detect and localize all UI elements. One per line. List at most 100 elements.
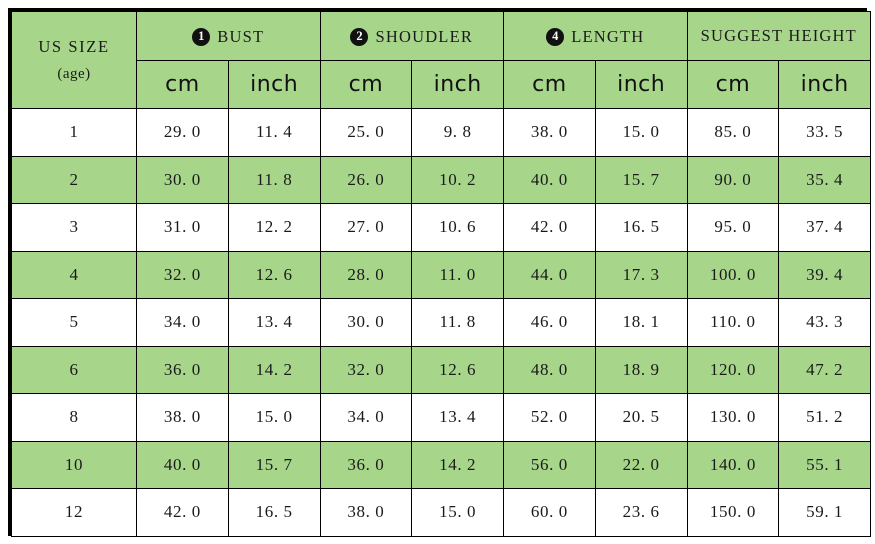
cell-length-cm: 52. 0	[503, 393, 596, 442]
cell-length-cm: 60. 0	[503, 488, 596, 537]
cell-shoulder-inch: 10. 2	[411, 155, 505, 204]
cell-length-cm: 40. 0	[503, 155, 596, 204]
cell-height-inch: 37. 4	[778, 203, 872, 252]
table-row: 8 38. 0 15. 0 34. 0 13. 4 52. 0 20. 5 13…	[11, 393, 872, 442]
cell-shoulder-cm: 32. 0	[319, 345, 413, 394]
header-group-row: US SIZE (age) 1 BUST 2 SHOUDLER 4 LENGTH…	[11, 11, 872, 109]
cell-length-inch: 15. 7	[594, 155, 688, 204]
cell-bust-inch: 15. 7	[227, 440, 321, 489]
cell-height-inch: 55. 1	[778, 440, 872, 489]
header-unit-bust-cm: cm	[136, 60, 229, 109]
table-row: 10 40. 0 15. 7 36. 0 14. 2 56. 0 22. 0 1…	[11, 440, 872, 489]
cell-length-inch: 18. 1	[594, 298, 688, 347]
cell-size: 3	[11, 203, 137, 252]
cell-size: 10	[11, 440, 137, 489]
badge-2-icon: 2	[350, 27, 369, 46]
cell-height-cm: 120. 0	[686, 345, 780, 394]
header-group-length-label: LENGTH	[571, 26, 645, 46]
cell-shoulder-inch: 13. 4	[411, 393, 505, 442]
cell-shoulder-inch: 9. 8	[411, 108, 505, 157]
cell-length-cm: 42. 0	[503, 203, 596, 252]
table-row: 3 31. 0 12. 2 27. 0 10. 6 42. 0 16. 5 95…	[11, 203, 872, 252]
cell-length-inch: 18. 9	[594, 345, 688, 394]
cell-bust-cm: 29. 0	[136, 108, 229, 157]
header-us-size-line1: US SIZE	[38, 37, 110, 57]
cell-length-inch: 17. 3	[594, 250, 688, 299]
cell-size: 1	[11, 108, 137, 157]
cell-shoulder-cm: 26. 0	[319, 155, 413, 204]
header-unit-length-cm: cm	[503, 60, 596, 109]
header-us-size: US SIZE (age)	[11, 11, 137, 109]
header-unit-row: cm inch cm inch cm inch cm inch	[12, 60, 872, 109]
cell-height-cm: 85. 0	[686, 108, 780, 157]
cell-bust-inch: 14. 2	[227, 345, 321, 394]
cell-height-inch: 39. 4	[778, 250, 872, 299]
cell-height-cm: 140. 0	[686, 440, 780, 489]
cell-height-cm: 90. 0	[686, 155, 780, 204]
cell-length-cm: 46. 0	[503, 298, 596, 347]
badge-1-icon: 1	[192, 27, 211, 46]
cell-length-cm: 48. 0	[503, 345, 596, 394]
cell-height-cm: 100. 0	[686, 250, 780, 299]
cell-shoulder-cm: 28. 0	[319, 250, 413, 299]
cell-height-inch: 43. 3	[778, 298, 872, 347]
header-group-shoulder-label: SHOUDLER	[375, 26, 474, 46]
cell-size: 2	[11, 155, 137, 204]
cell-bust-cm: 38. 0	[136, 393, 229, 442]
cell-shoulder-cm: 36. 0	[319, 440, 413, 489]
cell-bust-cm: 34. 0	[136, 298, 229, 347]
cell-size: 4	[11, 250, 137, 299]
header-group-bust: 1 BUST	[136, 11, 321, 61]
cell-size: 5	[11, 298, 137, 347]
header-unit-shoulder-cm: cm	[319, 60, 413, 109]
header-group-length: 4 LENGTH	[503, 11, 688, 61]
cell-shoulder-cm: 25. 0	[319, 108, 413, 157]
table-row: 6 36. 0 14. 2 32. 0 12. 6 48. 0 18. 9 12…	[11, 345, 872, 394]
cell-size: 6	[11, 345, 137, 394]
cell-height-inch: 33. 5	[778, 108, 872, 157]
cell-shoulder-cm: 38. 0	[319, 488, 413, 537]
header-group-shoulder: 2 SHOUDLER	[319, 11, 505, 61]
table-row: 2 30. 0 11. 8 26. 0 10. 2 40. 0 15. 7 90…	[11, 155, 872, 204]
header-group-bust-label: BUST	[217, 26, 265, 46]
cell-bust-inch: 12. 6	[227, 250, 321, 299]
cell-shoulder-cm: 27. 0	[319, 203, 413, 252]
header-group-suggest-height-label: SUGGEST HEIGHT	[700, 26, 857, 45]
size-chart-container: US SIZE (age) 1 BUST 2 SHOUDLER 4 LENGTH…	[8, 8, 872, 537]
cell-length-inch: 15. 0	[594, 108, 688, 157]
table-row: 12 42. 0 16. 5 38. 0 15. 0 60. 0 23. 6 1…	[11, 488, 872, 537]
cell-size: 12	[11, 488, 137, 537]
cell-length-inch: 23. 6	[594, 488, 688, 537]
cell-height-inch: 59. 1	[778, 488, 872, 537]
header-us-size-line2: (age)	[57, 65, 91, 82]
table-body: 1 29. 0 11. 4 25. 0 9. 8 38. 0 15. 0 85.…	[11, 108, 872, 537]
cell-shoulder-inch: 11. 0	[411, 250, 505, 299]
header-unit-length-inch: inch	[594, 60, 688, 109]
table-row: 1 29. 0 11. 4 25. 0 9. 8 38. 0 15. 0 85.…	[11, 108, 872, 157]
header-unit-shoulder-inch: inch	[411, 60, 505, 109]
cell-height-cm: 150. 0	[686, 488, 780, 537]
cell-bust-cm: 40. 0	[136, 440, 229, 489]
cell-length-cm: 44. 0	[503, 250, 596, 299]
cell-size: 8	[11, 393, 137, 442]
cell-bust-inch: 11. 8	[227, 155, 321, 204]
cell-length-inch: 20. 5	[594, 393, 688, 442]
cell-bust-inch: 13. 4	[227, 298, 321, 347]
cell-shoulder-inch: 14. 2	[411, 440, 505, 489]
cell-bust-cm: 36. 0	[136, 345, 229, 394]
table-row: 5 34. 0 13. 4 30. 0 11. 8 46. 0 18. 1 11…	[11, 298, 872, 347]
cell-bust-cm: 32. 0	[136, 250, 229, 299]
header-unit-height-cm: cm	[686, 60, 780, 109]
cell-shoulder-inch: 10. 6	[411, 203, 505, 252]
cell-length-cm: 56. 0	[503, 440, 596, 489]
header-unit-height-inch: inch	[778, 60, 872, 109]
cell-height-cm: 110. 0	[686, 298, 780, 347]
cell-length-cm: 38. 0	[503, 108, 596, 157]
cell-shoulder-cm: 34. 0	[319, 393, 413, 442]
cell-bust-cm: 31. 0	[136, 203, 229, 252]
cell-shoulder-inch: 12. 6	[411, 345, 505, 394]
cell-shoulder-inch: 15. 0	[411, 488, 505, 537]
cell-height-inch: 47. 2	[778, 345, 872, 394]
cell-height-cm: 95. 0	[686, 203, 780, 252]
cell-bust-inch: 12. 2	[227, 203, 321, 252]
